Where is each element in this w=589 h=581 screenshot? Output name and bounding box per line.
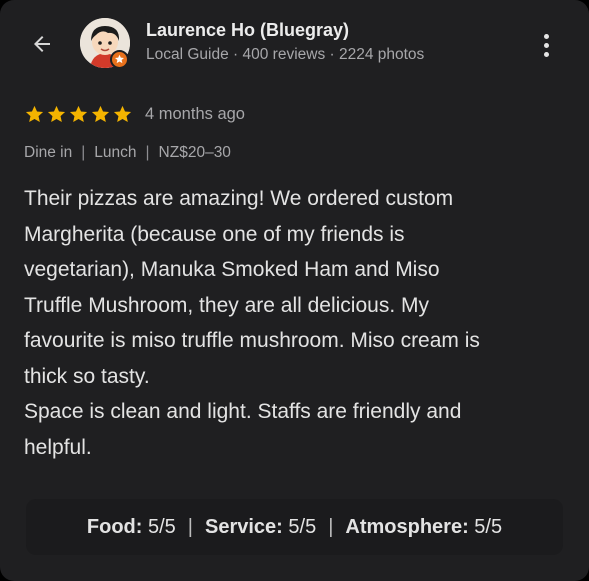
badge-star-icon [115,54,124,64]
more-vertical-icon [543,42,549,48]
arrow-left-icon [34,36,50,52]
star-icon [69,105,88,122]
star-icon [113,105,132,122]
more-options-button[interactable] [534,28,558,62]
review-card: Laurence Ho (Bluegray) Local Guide · 400… [0,0,589,581]
star-icon [91,105,110,122]
more-vertical-icon [543,33,549,39]
star-icon [25,105,44,122]
category-scores: Food: 5/5 | Service: 5/5 | Atmosphere: 5/5 [26,499,563,555]
reviewer-name[interactable]: Laurence Ho (Bluegray) [146,20,349,41]
star-icon [47,105,66,122]
star-rating [24,104,133,125]
local-guide-badge-icon [110,50,129,69]
score-value: 5/5 [282,515,317,538]
visit-tags: Dine in | Lunch | NZ$20–30 [24,144,231,162]
score-label: Service: [204,515,283,538]
visit-tag: NZ$20–30 [158,144,231,161]
score-value: 5/5 [142,515,176,538]
back-button[interactable] [24,26,60,62]
visit-tag: Lunch [94,144,137,161]
reviewer-meta: Local Guide · 400 reviews · 2224 photos [146,46,425,63]
score-separator: | [187,515,193,538]
tag-separator: | [81,144,86,161]
more-vertical-icon [543,51,549,57]
score-label: Atmosphere: [345,515,469,538]
score-value: 5/5 [468,515,503,538]
score-separator: | [328,515,334,538]
score-label: Food: [86,515,143,538]
tag-separator: | [145,144,150,161]
visit-tag: Dine in [24,144,73,161]
review-text: Their pizzas are amazing! We ordered cus… [24,187,480,459]
review-time: 4 months ago [145,104,245,123]
review-header: Laurence Ho (Bluegray) Local Guide · 400… [0,12,589,78]
rating-row: 4 months ago [24,101,245,127]
